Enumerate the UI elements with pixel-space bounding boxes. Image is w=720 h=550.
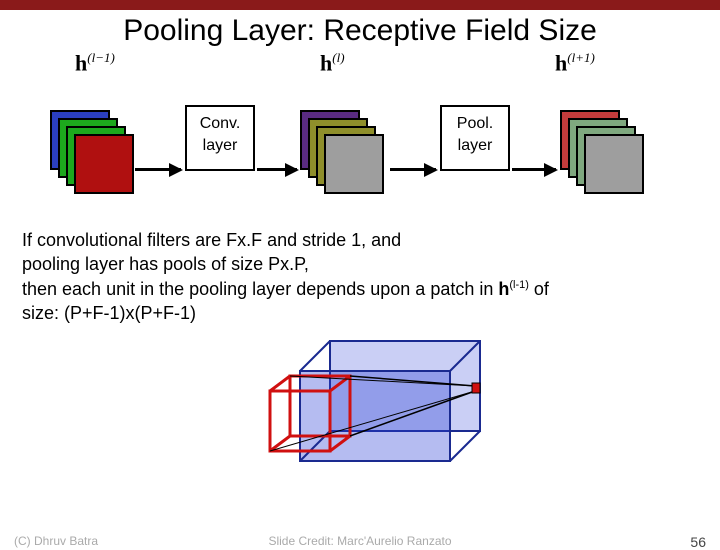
slide-title: Pooling Layer: Receptive Field Size (0, 14, 720, 48)
conv-layer-box: Conv. layer (185, 105, 255, 171)
pool-label-1: Pool. (442, 113, 508, 135)
slide-credit: Slide Credit: Marc'Aurelio Ranzato (0, 534, 720, 548)
label-h-l-plus-1: h(l+1) (555, 50, 595, 76)
arrow-icon (257, 168, 297, 171)
conv-label-2: layer (187, 135, 253, 157)
slide-number: 56 (690, 534, 706, 550)
arrow-icon (135, 168, 181, 171)
layer-flow-diagram: h(l−1) h(l) h(l+1) Conv. layer Pool. lay… (20, 50, 700, 220)
label-h-l-minus-1: h(l−1) (75, 50, 115, 76)
pool-label-2: layer (442, 135, 508, 157)
label-h-l: h(l) (320, 50, 345, 76)
arrow-icon (512, 168, 556, 171)
body-text: If convolutional filters are Fx.F and st… (22, 228, 698, 325)
pool-layer-box: Pool. layer (440, 105, 510, 171)
accent-bar (0, 0, 720, 10)
arrow-icon (390, 168, 436, 171)
conv-label-1: Conv. (187, 113, 253, 135)
receptive-field-figure (210, 331, 510, 481)
